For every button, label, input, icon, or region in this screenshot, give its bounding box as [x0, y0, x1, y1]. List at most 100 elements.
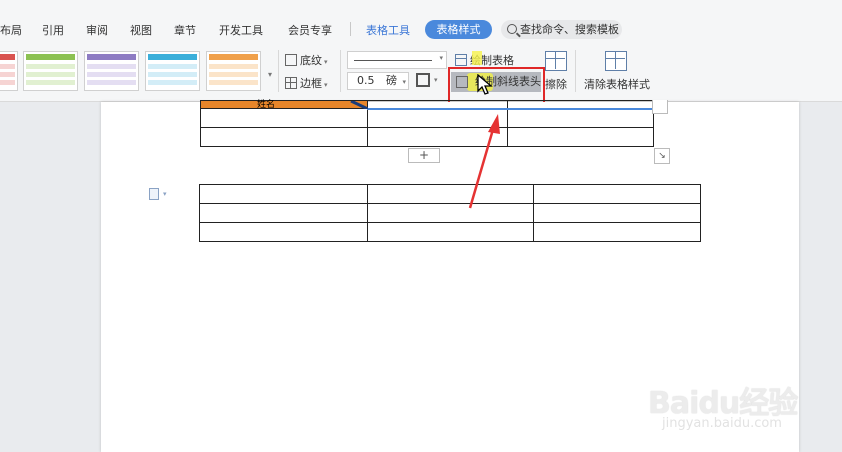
- style-row: [26, 72, 75, 77]
- menu-chapter[interactable]: 章节: [174, 22, 196, 38]
- style-header-bar: [87, 54, 136, 60]
- line-width-select[interactable]: 0.5 磅 ▾: [347, 72, 409, 90]
- table-cell[interactable]: [200, 127, 368, 147]
- table-bottom[interactable]: [199, 184, 701, 242]
- search-placeholder: 查找命令、搜索模板: [520, 23, 619, 36]
- shading-button[interactable]: 底纹 ▾: [285, 52, 328, 68]
- table-cell[interactable]: [199, 184, 368, 204]
- ribbon: ▾ 底纹 ▾ 边框 ▾ ▾ 0.5 磅 ▾ ▾ 绘制表格 绘制斜线表头 擦除 清除表…: [0, 42, 842, 104]
- style-header-bar: [148, 54, 197, 60]
- table-cell[interactable]: [367, 222, 534, 242]
- table-row: [199, 203, 701, 223]
- table-row: [200, 108, 654, 128]
- header-cell-diagonal[interactable]: 姓名: [200, 100, 368, 110]
- table-cell[interactable]: [367, 203, 534, 223]
- table-resize-handle[interactable]: ↘: [654, 148, 670, 164]
- table-row: [199, 184, 701, 204]
- style-row: [209, 64, 258, 69]
- style-row: [148, 64, 197, 69]
- table-cell[interactable]: [533, 184, 701, 204]
- chevron-down-icon: ▾: [324, 81, 328, 89]
- table-cell[interactable]: [533, 203, 701, 223]
- style-row: [0, 80, 15, 85]
- draw-table-button[interactable]: 绘制表格: [455, 52, 514, 68]
- border-label: 边框: [300, 77, 322, 90]
- table-cell[interactable]: [507, 127, 654, 147]
- more-styles-icon[interactable]: ▾: [268, 70, 272, 79]
- menu-developer-tools[interactable]: 开发工具: [219, 22, 263, 38]
- style-row: [87, 64, 136, 69]
- table-style-thumb-green[interactable]: [23, 51, 78, 91]
- table-top[interactable]: 姓名: [200, 100, 654, 147]
- style-row: [87, 72, 136, 77]
- style-row: [0, 64, 15, 69]
- style-header-bar: [0, 54, 15, 60]
- menu-bar: 布局 引用 审阅 视图 章节 开发工具 会员专享 表格工具 表格样式 查找命令、…: [0, 0, 842, 42]
- table-style-thumb-red[interactable]: [0, 51, 18, 91]
- shading-icon: [285, 54, 297, 66]
- line-style-select[interactable]: ▾: [347, 51, 447, 69]
- line-width-unit: 磅: [386, 74, 397, 87]
- table-cell[interactable]: [533, 222, 701, 242]
- style-row: [0, 72, 15, 77]
- baidu-watermark-url: jingyan.baidu.com: [662, 416, 782, 431]
- table-row: 姓名: [200, 100, 654, 110]
- table-row: [199, 222, 701, 242]
- ribbon-divider: [278, 50, 279, 92]
- annotation-red-box: [448, 67, 545, 104]
- pen-color-icon[interactable]: [416, 73, 430, 87]
- paragraph-doc-icon[interactable]: [149, 188, 159, 200]
- cursor-arrow-icon: [477, 73, 493, 95]
- table-style-thumb-blue[interactable]: [145, 51, 200, 91]
- chevron-down-icon[interactable]: ▾: [163, 190, 167, 198]
- chevron-down-icon: ▾: [324, 58, 328, 66]
- add-row-button[interactable]: +: [408, 148, 440, 163]
- table-corner-handle[interactable]: [652, 100, 668, 114]
- menu-review[interactable]: 审阅: [86, 22, 108, 38]
- chevron-down-icon: ▾: [402, 78, 406, 86]
- table-cell[interactable]: [367, 127, 508, 147]
- search-box[interactable]: 查找命令、搜索模板: [501, 20, 622, 39]
- menu-view[interactable]: 视图: [130, 22, 152, 38]
- tab-table-style[interactable]: 表格样式: [425, 20, 492, 39]
- menu-divider: [350, 22, 351, 36]
- line-style-preview: [354, 60, 432, 61]
- table-cell[interactable]: [367, 100, 508, 110]
- diagonal-line: [350, 101, 368, 109]
- table-cell[interactable]: [367, 184, 534, 204]
- shading-label: 底纹: [300, 54, 322, 67]
- menu-references[interactable]: 引用: [42, 22, 64, 38]
- mouse-cursor-icon: [477, 73, 493, 99]
- style-header-bar: [209, 54, 258, 60]
- style-row: [148, 72, 197, 77]
- table-cell[interactable]: [507, 100, 654, 110]
- border-icon: [285, 77, 297, 89]
- table-style-thumb-purple[interactable]: [84, 51, 139, 91]
- table-cell[interactable]: [199, 203, 368, 223]
- menu-member[interactable]: 会员专享: [288, 22, 332, 38]
- style-row: [148, 80, 197, 85]
- table-style-thumb-orange[interactable]: [206, 51, 261, 91]
- ribbon-divider: [340, 50, 341, 92]
- table-cell[interactable]: [507, 108, 654, 128]
- erase-button[interactable]: 擦除: [545, 76, 567, 92]
- highlight-mark: [472, 51, 482, 65]
- table-cell[interactable]: [200, 108, 368, 128]
- style-row: [87, 80, 136, 85]
- border-button[interactable]: 边框 ▾: [285, 75, 328, 91]
- style-row: [26, 80, 75, 85]
- draw-table-icon: [455, 54, 467, 66]
- tab-table-tools[interactable]: 表格工具: [366, 22, 410, 38]
- table-cell[interactable]: [367, 108, 508, 128]
- style-row: [26, 64, 75, 69]
- chevron-down-icon: ▾: [439, 54, 443, 62]
- style-row: [209, 72, 258, 77]
- chevron-down-icon[interactable]: ▾: [434, 76, 438, 84]
- line-width-value: 0.5: [357, 74, 375, 87]
- clear-table-style-button[interactable]: 清除表格样式: [584, 76, 650, 92]
- menu-layout[interactable]: 布局: [0, 22, 22, 38]
- style-header-bar: [26, 54, 75, 60]
- eraser-icon: [545, 51, 567, 71]
- style-row: [209, 80, 258, 85]
- table-cell[interactable]: [199, 222, 368, 242]
